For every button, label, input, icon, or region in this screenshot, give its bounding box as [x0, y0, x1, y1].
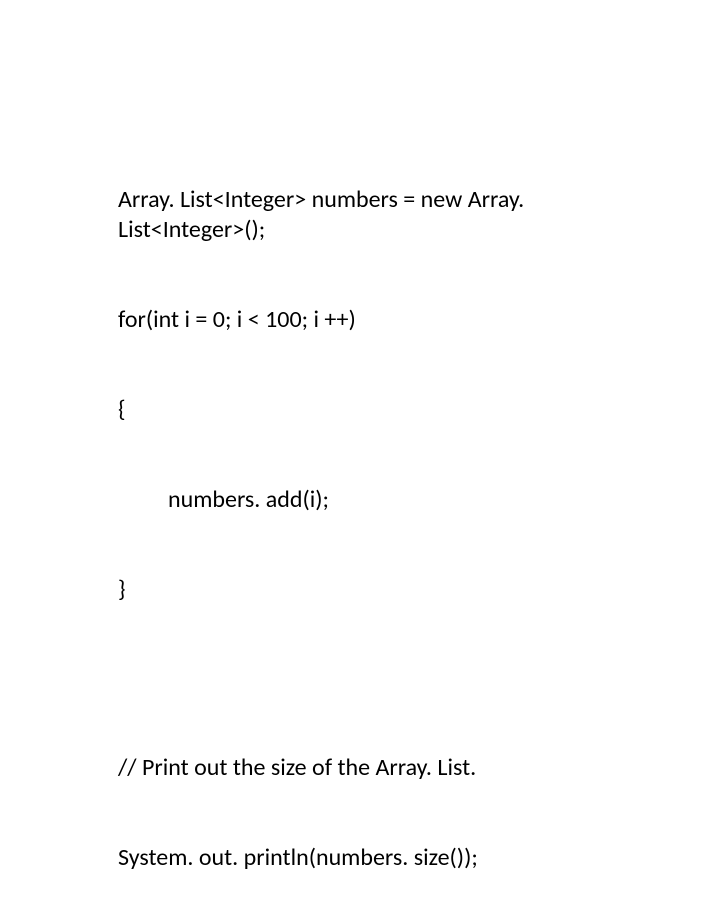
code-line-5: } — [118, 575, 620, 605]
blank-line — [118, 665, 620, 693]
code-line-4: numbers. add(i); — [118, 485, 620, 515]
code-line-7: System. out. println(numbers. size()); — [118, 843, 620, 873]
code-line-3: { — [118, 395, 620, 425]
code-line-2: for(int i = 0; i < 100; i ++) — [118, 305, 620, 335]
code-snippet: Array. List<Integer> numbers = new Array… — [118, 125, 620, 903]
code-line-1: Array. List<Integer> numbers = new Array… — [118, 185, 620, 245]
code-line-6: // Print out the size of the Array. List… — [118, 753, 620, 783]
